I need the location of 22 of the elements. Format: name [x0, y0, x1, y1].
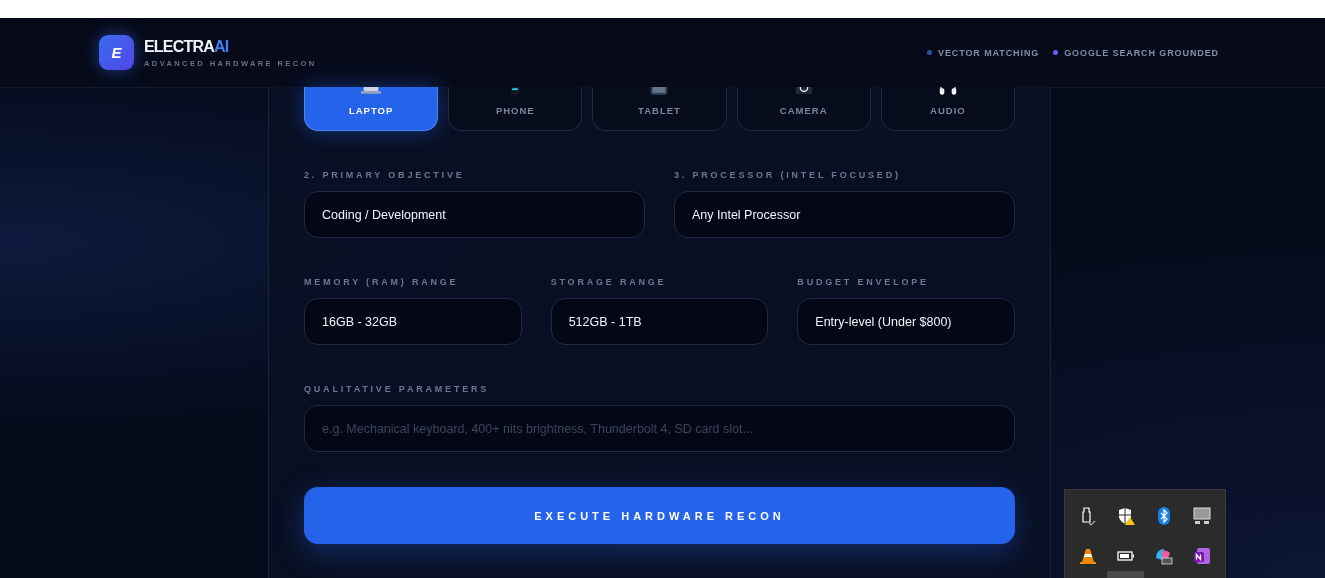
- status-label: GOOGLE SEARCH GROUNDED: [1064, 47, 1219, 58]
- field-label: STORAGE RANGE: [550, 277, 668, 287]
- field-label: MEMORY (RAM) RANGE: [304, 277, 460, 287]
- select-field[interactable]: 16GB - 32GB: [304, 298, 522, 345]
- field-label: BUDGET ENVELOPE: [797, 277, 930, 287]
- input-field[interactable]: e.g. Mechanical keyboard, 400+ nits brightness, Thunderbolt 4, SD card slot...: [304, 405, 1015, 452]
- status-label: VECTOR MATCHING: [938, 47, 1040, 58]
- field-label: 2. PRIMARY OBJECTIVE: [304, 170, 466, 180]
- brand-title: ELECTRAAI: [144, 37, 230, 56]
- device-tab[interactable]: AUDIO: [880, 87, 1015, 131]
- select-field[interactable]: 512GB - 1TB: [550, 298, 769, 345]
- field-label: QUALITATIVE PARAMETERS: [304, 384, 491, 394]
- select-field[interactable]: Entry-level (Under $800): [797, 298, 1015, 345]
- device-tab[interactable]: CAMERA: [736, 87, 871, 131]
- execute-button[interactable]: EXECUTE HARDWARE RECON: [304, 487, 1015, 544]
- field-label: 3. PROCESSOR (INTEL FOCUSED): [674, 170, 902, 180]
- logo-icon: E: [99, 35, 134, 70]
- device-tab[interactable]: LAPTOP: [304, 87, 439, 131]
- select-field[interactable]: Any Intel Processor: [674, 191, 1015, 238]
- select-field[interactable]: Coding / Development: [304, 191, 645, 238]
- device-tab[interactable]: TABLET: [592, 87, 727, 131]
- device-tab[interactable]: PHONE: [448, 87, 583, 131]
